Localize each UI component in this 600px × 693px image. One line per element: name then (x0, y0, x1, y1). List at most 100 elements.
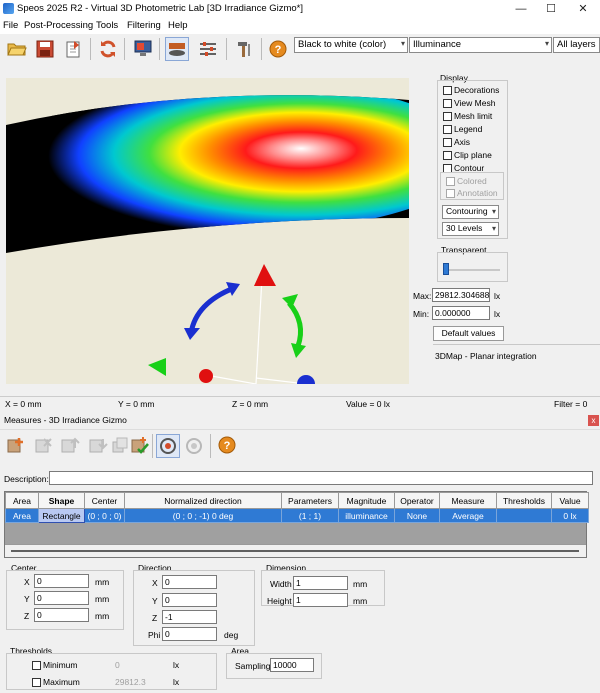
direction-x-field[interactable]: 0 (162, 575, 217, 589)
3d-viewport[interactable] (6, 78, 409, 384)
minimize-button[interactable]: — (506, 0, 536, 18)
checkbox-box[interactable] (443, 112, 452, 121)
max-value-field[interactable]: 29812.304688 (432, 288, 490, 302)
levels-select[interactable]: 30 Levels ▾ (442, 222, 499, 236)
direction-y-label: Y (152, 596, 158, 606)
refresh-icon[interactable] (96, 37, 120, 61)
direction-z-field[interactable]: -1 (162, 610, 217, 624)
transparency-slider-track[interactable] (444, 269, 500, 271)
maximum-checkbox[interactable] (32, 678, 41, 687)
3d-map-view-icon[interactable] (165, 37, 189, 61)
table-row[interactable]: Area Rectangle (0 ; 0 ; 0) (0 ; 0 ; -1) … (5, 508, 589, 523)
column-header[interactable]: Magnitude (338, 492, 395, 509)
monitor-icon[interactable] (131, 37, 155, 61)
checkbox-box[interactable] (443, 151, 452, 160)
center-z-field[interactable]: 0 (34, 608, 89, 622)
direction-y-field[interactable]: 0 (162, 593, 217, 607)
help-icon[interactable]: ? (266, 37, 290, 61)
table-cell[interactable]: (1 ; 1) (281, 508, 339, 523)
layers-select[interactable]: All layers (553, 37, 600, 53)
column-header[interactable]: Normalized direction (124, 492, 282, 509)
column-header[interactable]: Thresholds (496, 492, 552, 509)
table-cell[interactable]: Area (5, 508, 39, 523)
height-field[interactable]: 1 (293, 593, 348, 607)
center-z-label: Z (24, 611, 30, 621)
column-header[interactable]: Shape (38, 492, 85, 509)
add-measure-icon[interactable] (6, 436, 26, 458)
maximum-value[interactable]: 29812.3 (115, 677, 146, 687)
width-unit: mm (353, 579, 368, 589)
svg-text:?: ? (275, 44, 282, 56)
checkbox-box[interactable] (443, 138, 452, 147)
table-cell[interactable]: Rectangle (38, 508, 85, 523)
table-cell[interactable] (496, 508, 552, 523)
direction-phi-field[interactable]: 0 (162, 627, 217, 641)
sampling-field[interactable]: 10000 (270, 658, 314, 672)
min-value-field[interactable]: 0.000000 (432, 306, 490, 320)
scrollbar-thumb[interactable] (11, 550, 579, 552)
checkbox-label: Legend (454, 124, 483, 134)
default-values-button[interactable]: Default values (433, 326, 504, 341)
table-header: Area Shape Center Normalized direction P… (5, 492, 589, 509)
colormap-select[interactable]: Black to white (color) ▾ (294, 37, 408, 53)
column-header[interactable]: Parameters (281, 492, 339, 509)
table-cell[interactable]: None (394, 508, 440, 523)
minimum-checkbox[interactable] (32, 661, 41, 670)
measures-grid: Area Shape Center Normalized direction P… (5, 492, 589, 523)
column-header[interactable]: Center (84, 492, 125, 509)
center-x-field[interactable]: 0 (34, 574, 89, 588)
status-bar: X = 0 mm Y = 0 mm Z = 0 mm Value = 0 lx … (0, 396, 600, 410)
checkbox-box[interactable] (443, 86, 452, 95)
center-y-unit: mm (95, 594, 110, 604)
center-z-unit: mm (95, 611, 110, 621)
map-info: 3DMap - Planar integration (435, 351, 537, 361)
column-header[interactable]: Operator (394, 492, 440, 509)
column-header[interactable]: Value (551, 492, 589, 509)
export-icon[interactable] (61, 37, 85, 61)
validate-measure-icon[interactable] (130, 436, 150, 458)
direction-x-label: X (152, 578, 158, 588)
maximize-button[interactable]: ☐ (536, 0, 566, 18)
horizontal-scrollbar[interactable] (5, 544, 586, 557)
checkbox-box[interactable] (443, 125, 452, 134)
min-label: Min: (413, 309, 430, 319)
checkbox-label: Annotation (457, 188, 498, 198)
render-mode-select[interactable]: Contouring ▾ (442, 205, 499, 219)
help-icon[interactable]: ? (218, 436, 236, 456)
pick-point-icon[interactable] (156, 434, 180, 458)
description-label: Description: (4, 474, 49, 484)
quantity-select[interactable]: Illuminance ▾ (409, 37, 552, 53)
tools-hammer-icon[interactable] (232, 37, 256, 61)
checkbox-box[interactable] (446, 189, 455, 198)
center-y-label: Y (24, 594, 30, 604)
menu-file[interactable]: File (3, 20, 18, 31)
menu-post-processing[interactable]: Post-Processing (24, 20, 93, 31)
status-filter: Filter = 0 (554, 399, 588, 409)
title-bar: Speos 2025 R2 - Virtual 3D Photometric L… (0, 0, 600, 18)
width-field[interactable]: 1 (293, 576, 348, 590)
open-folder-icon[interactable] (5, 37, 29, 61)
menu-filtering[interactable]: Filtering (127, 20, 161, 31)
transparency-slider-thumb[interactable] (443, 263, 449, 275)
settings-sliders-icon[interactable] (196, 37, 220, 61)
checkbox-box[interactable] (443, 99, 452, 108)
table-cell[interactable]: illuminance (338, 508, 395, 523)
maximum-unit: lx (173, 677, 180, 687)
menu-tools[interactable]: Tools (96, 20, 118, 31)
table-cell[interactable]: 0 lx (551, 508, 589, 523)
checkbox-box[interactable] (446, 177, 455, 186)
window-title: Speos 2025 R2 - Virtual 3D Photometric L… (17, 3, 304, 14)
column-header[interactable]: Measure (439, 492, 497, 509)
menu-help[interactable]: Help (168, 20, 188, 31)
close-button[interactable]: ✕ (568, 0, 598, 18)
height-label: Height (267, 596, 292, 606)
table-cell[interactable]: (0 ; 0 ; -1) 0 deg (124, 508, 282, 523)
column-header[interactable]: Area (5, 492, 39, 509)
center-y-field[interactable]: 0 (34, 591, 89, 605)
table-cell[interactable]: (0 ; 0 ; 0) (84, 508, 125, 523)
save-icon[interactable] (33, 37, 57, 61)
description-field[interactable] (49, 471, 593, 485)
table-cell[interactable]: Average (439, 508, 497, 523)
minimum-value[interactable]: 0 (115, 660, 120, 670)
measures-close-button[interactable]: x (588, 415, 599, 426)
